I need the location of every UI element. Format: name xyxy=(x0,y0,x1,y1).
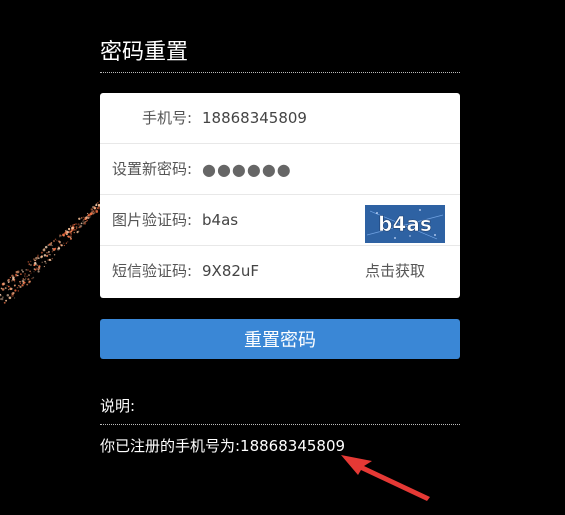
note-divider xyxy=(100,424,460,425)
image-captcha-row: 图片验证码: b4as b4as xyxy=(100,195,460,246)
phone-row: 手机号: 18868345809 xyxy=(100,93,460,144)
captcha-image[interactable]: b4as xyxy=(365,205,445,243)
get-sms-code-button[interactable]: 点击获取 xyxy=(365,246,425,297)
sms-code-label: 短信验证码: xyxy=(111,262,192,280)
phone-label: 手机号: xyxy=(141,109,192,127)
image-captcha-field[interactable]: b4as xyxy=(202,195,238,246)
phone-field[interactable]: 18868345809 xyxy=(202,93,307,144)
image-captcha-label: 图片验证码: xyxy=(111,211,192,229)
sms-code-field[interactable]: 9X82uF xyxy=(202,246,259,297)
reset-password-button[interactable]: 重置密码 xyxy=(100,319,460,359)
reset-form: 手机号: 18868345809 设置新密码: ●●●●●● 图片验证码: b4… xyxy=(100,93,460,298)
new-password-field[interactable]: ●●●●●● xyxy=(202,144,292,195)
page-title: 密码重置 xyxy=(100,40,189,65)
new-password-label: 设置新密码: xyxy=(111,160,192,178)
title-divider xyxy=(100,72,460,73)
registered-phone-note: 你已注册的手机号为:18868345809 xyxy=(100,437,346,455)
sms-code-row: 短信验证码: 9X82uF 点击获取 xyxy=(100,246,460,297)
new-password-row: 设置新密码: ●●●●●● xyxy=(100,144,460,195)
captcha-text: b4as xyxy=(378,212,432,236)
note-heading: 说明: xyxy=(100,397,136,415)
